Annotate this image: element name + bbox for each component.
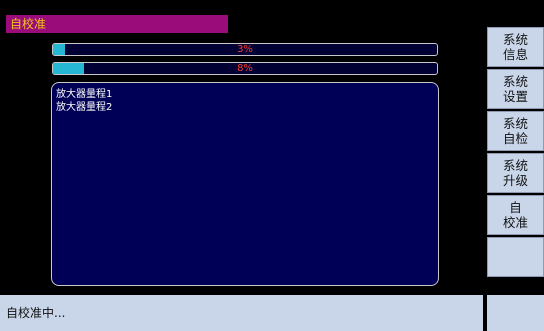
log-line: 放大器量程1 bbox=[56, 89, 113, 100]
button-label-line2: 自检 bbox=[502, 131, 528, 146]
button-label-line2: 信息 bbox=[502, 47, 528, 62]
window-title: 自校准 bbox=[6, 15, 228, 33]
self-calibration-button[interactable]: 自 校准 bbox=[487, 195, 544, 235]
status-bar-right-panel bbox=[487, 295, 544, 331]
system-settings-button[interactable]: 系统 设置 bbox=[487, 69, 544, 109]
button-label-line1: 系统 bbox=[502, 158, 528, 173]
button-label-line2: 校准 bbox=[502, 215, 528, 230]
system-self-check-button[interactable]: 系统 自检 bbox=[487, 111, 544, 151]
progress-percent-1: 3% bbox=[237, 44, 253, 55]
status-bar: 自校准中... bbox=[0, 295, 483, 331]
button-label-line1: 系统 bbox=[502, 116, 528, 131]
button-label-line1: 系统 bbox=[502, 32, 528, 47]
button-label-line1: 自 bbox=[509, 200, 522, 215]
log-line: 放大器量程2 bbox=[56, 102, 113, 113]
progress-bar-2: 8% bbox=[52, 62, 438, 75]
button-label-line2: 升级 bbox=[502, 173, 528, 188]
system-upgrade-button[interactable]: 系统 升级 bbox=[487, 153, 544, 193]
button-label-line2: 设置 bbox=[502, 89, 528, 104]
button-label-line1: 系统 bbox=[502, 74, 528, 89]
progress-bar-1: 3% bbox=[52, 43, 438, 56]
calibration-log-panel: 放大器量程1 放大器量程2 bbox=[51, 82, 439, 286]
sidebar-menu: 系统 信息 系统 设置 系统 自检 系统 升级 自 校准 bbox=[487, 27, 544, 279]
progress-percent-2: 8% bbox=[237, 63, 253, 74]
empty-button[interactable] bbox=[487, 237, 544, 277]
system-info-button[interactable]: 系统 信息 bbox=[487, 27, 544, 67]
